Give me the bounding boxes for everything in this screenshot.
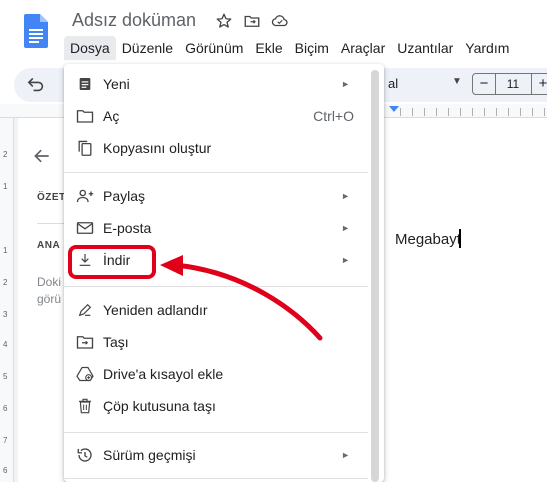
vruler-label: 2 [3, 150, 8, 159]
outline-main-heading: ANA [37, 240, 61, 251]
download-highlight-box [68, 245, 156, 279]
new-doc-icon [76, 75, 94, 93]
vruler-label: 7 [3, 436, 8, 445]
document-body-text[interactable]: Megabayt [395, 231, 461, 248]
menu-item-label: Yeniden adlandır [103, 302, 208, 318]
menu-item-label: Sürüm geçmişi [103, 447, 196, 463]
outline-summary-heading: ÖZET [37, 192, 66, 203]
menu-separator [64, 478, 368, 479]
menu-bar: Dosya Düzenle Görünüm Ekle Biçim Araçlar… [64, 36, 515, 60]
font-size-input[interactable]: 11 [495, 73, 531, 95]
menu-item-make-copy[interactable]: Kopyasını oluştur [64, 134, 368, 162]
menu-separator [64, 432, 368, 433]
menu-tools[interactable]: Araçlar [335, 36, 391, 60]
menu-view[interactable]: Görünüm [179, 36, 249, 60]
outline-empty-text: görü [37, 292, 62, 306]
vruler-label: 1 [3, 246, 8, 255]
menu-item-rename[interactable]: Yeniden adlandır [64, 296, 368, 324]
menu-file[interactable]: Dosya [64, 36, 116, 60]
menu-format[interactable]: Biçim [289, 36, 335, 60]
undo-icon[interactable] [26, 76, 46, 97]
menu-item-move[interactable]: Taşı [64, 328, 368, 356]
person-add-icon [76, 187, 94, 205]
vruler-label: 3 [3, 310, 8, 319]
submenu-arrow-icon: ► [341, 450, 350, 460]
rename-icon [76, 301, 94, 319]
menu-item-open[interactable]: Aç Ctrl+O [64, 102, 368, 130]
font-size-decrease-button[interactable]: − [472, 73, 496, 95]
font-family-select[interactable]: al [388, 76, 398, 91]
mail-icon [76, 219, 94, 237]
font-size-increase-button[interactable]: + [531, 73, 547, 95]
menu-item-label: Taşı [103, 334, 129, 350]
menu-item-label: Çöp kutusuna taşı [103, 398, 216, 414]
trash-icon [76, 397, 94, 415]
submenu-arrow-icon: ► [341, 79, 350, 89]
ruler-ticks [400, 108, 547, 116]
star-icon[interactable] [214, 11, 234, 31]
menu-edit[interactable]: Düzenle [116, 36, 179, 60]
outline-back-arrow-icon[interactable] [32, 146, 52, 172]
history-icon [76, 446, 94, 464]
vruler-label: 6 [3, 404, 8, 413]
submenu-arrow-icon: ► [341, 223, 350, 233]
copy-icon [76, 139, 94, 157]
vertical-ruler[interactable]: 2 1 1 2 3 4 5 6 7 6 [0, 118, 14, 482]
menu-item-label: Drive'a kısayol ekle [103, 366, 224, 382]
menu-item-new[interactable]: Yeni ► [64, 70, 368, 98]
menu-extensions[interactable]: Uzantılar [391, 36, 459, 60]
font-dropdown-caret-icon[interactable]: ▼ [452, 76, 462, 87]
menu-separator [64, 172, 368, 173]
folder-icon [76, 107, 94, 125]
menu-item-share[interactable]: Paylaş ► [64, 182, 368, 210]
menu-item-label: Aç [103, 108, 120, 124]
vruler-label: 1 [3, 182, 8, 191]
docs-logo-icon[interactable] [24, 14, 48, 48]
text-cursor [459, 229, 461, 248]
move-to-folder-icon[interactable] [242, 11, 262, 31]
menu-item-label: E-posta [103, 220, 152, 236]
outline-empty-text: Doki [37, 275, 62, 289]
menu-item-shortcut: Ctrl+O [313, 108, 354, 124]
submenu-arrow-icon: ► [341, 191, 350, 201]
vruler-label: 6 [3, 466, 8, 475]
outline-divider [37, 223, 67, 224]
indent-marker-icon[interactable] [389, 106, 399, 112]
vruler-label: 5 [3, 372, 8, 381]
menu-scrollbar[interactable] [371, 70, 379, 482]
menu-help[interactable]: Yardım [459, 36, 515, 60]
menu-item-email[interactable]: E-posta ► [64, 214, 368, 242]
menu-item-move-to-trash[interactable]: Çöp kutusuna taşı [64, 392, 368, 420]
drive-shortcut-icon [76, 365, 94, 383]
document-title[interactable]: Adsız doküman [72, 10, 196, 31]
vruler-label: 4 [3, 340, 8, 349]
menu-insert[interactable]: Ekle [249, 36, 288, 60]
move-folder-icon [76, 333, 94, 351]
submenu-arrow-icon: ► [341, 255, 350, 265]
menu-item-add-shortcut[interactable]: Drive'a kısayol ekle [64, 360, 368, 388]
menu-item-label: Yeni [103, 76, 130, 92]
vruler-label: 2 [3, 278, 8, 287]
menu-item-label: Paylaş [103, 188, 146, 204]
menu-separator [64, 286, 368, 287]
menu-item-label: Kopyasını oluştur [103, 140, 212, 156]
menu-item-version-history[interactable]: Sürüm geçmişi ► [64, 441, 368, 469]
cloud-status-icon[interactable] [270, 11, 290, 31]
